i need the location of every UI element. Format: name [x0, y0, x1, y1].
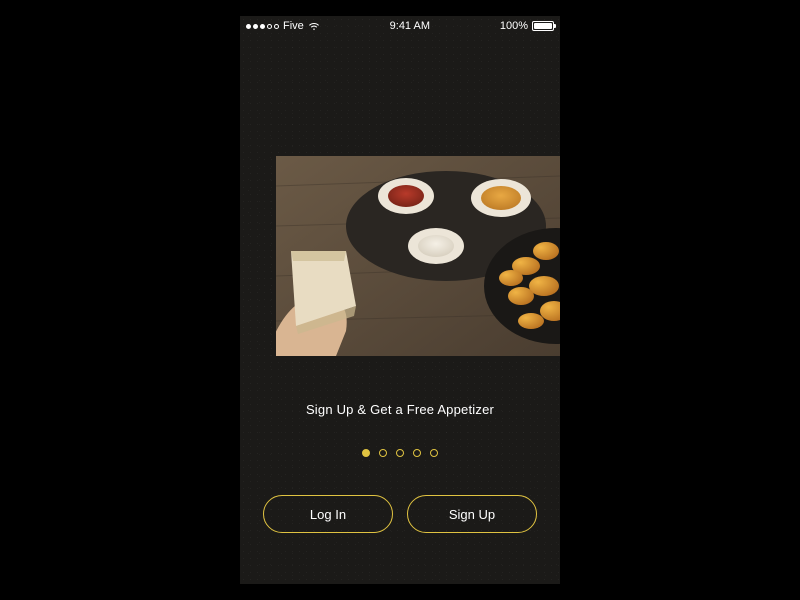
carrier-label: Five: [283, 20, 304, 32]
page-dot-3[interactable]: [396, 449, 404, 457]
wifi-icon: [308, 22, 320, 31]
page-dot-1[interactable]: [362, 449, 370, 457]
login-button[interactable]: Log In: [263, 495, 393, 533]
signup-button[interactable]: Sign Up: [407, 495, 537, 533]
status-bar: Five 9:41 AM 100%: [240, 16, 560, 36]
battery-icon: [532, 21, 554, 31]
page-dot-2[interactable]: [379, 449, 387, 457]
battery-percent: 100%: [500, 20, 528, 32]
status-right: 100%: [500, 20, 554, 32]
pagination-dots: [240, 449, 560, 457]
hero-tagline: Sign Up & Get a Free Appetizer: [240, 402, 560, 417]
status-left: Five: [246, 20, 320, 32]
phone-screen: Five 9:41 AM 100%: [240, 16, 560, 584]
page-dot-5[interactable]: [430, 449, 438, 457]
hero-image: [276, 156, 560, 356]
signal-strength-icon: [246, 24, 279, 29]
page-dot-4[interactable]: [413, 449, 421, 457]
status-time: 9:41 AM: [390, 20, 430, 32]
onboarding-content: Sign Up & Get a Free Appetizer Log In Si…: [240, 36, 560, 584]
auth-buttons: Log In Sign Up: [240, 495, 560, 533]
